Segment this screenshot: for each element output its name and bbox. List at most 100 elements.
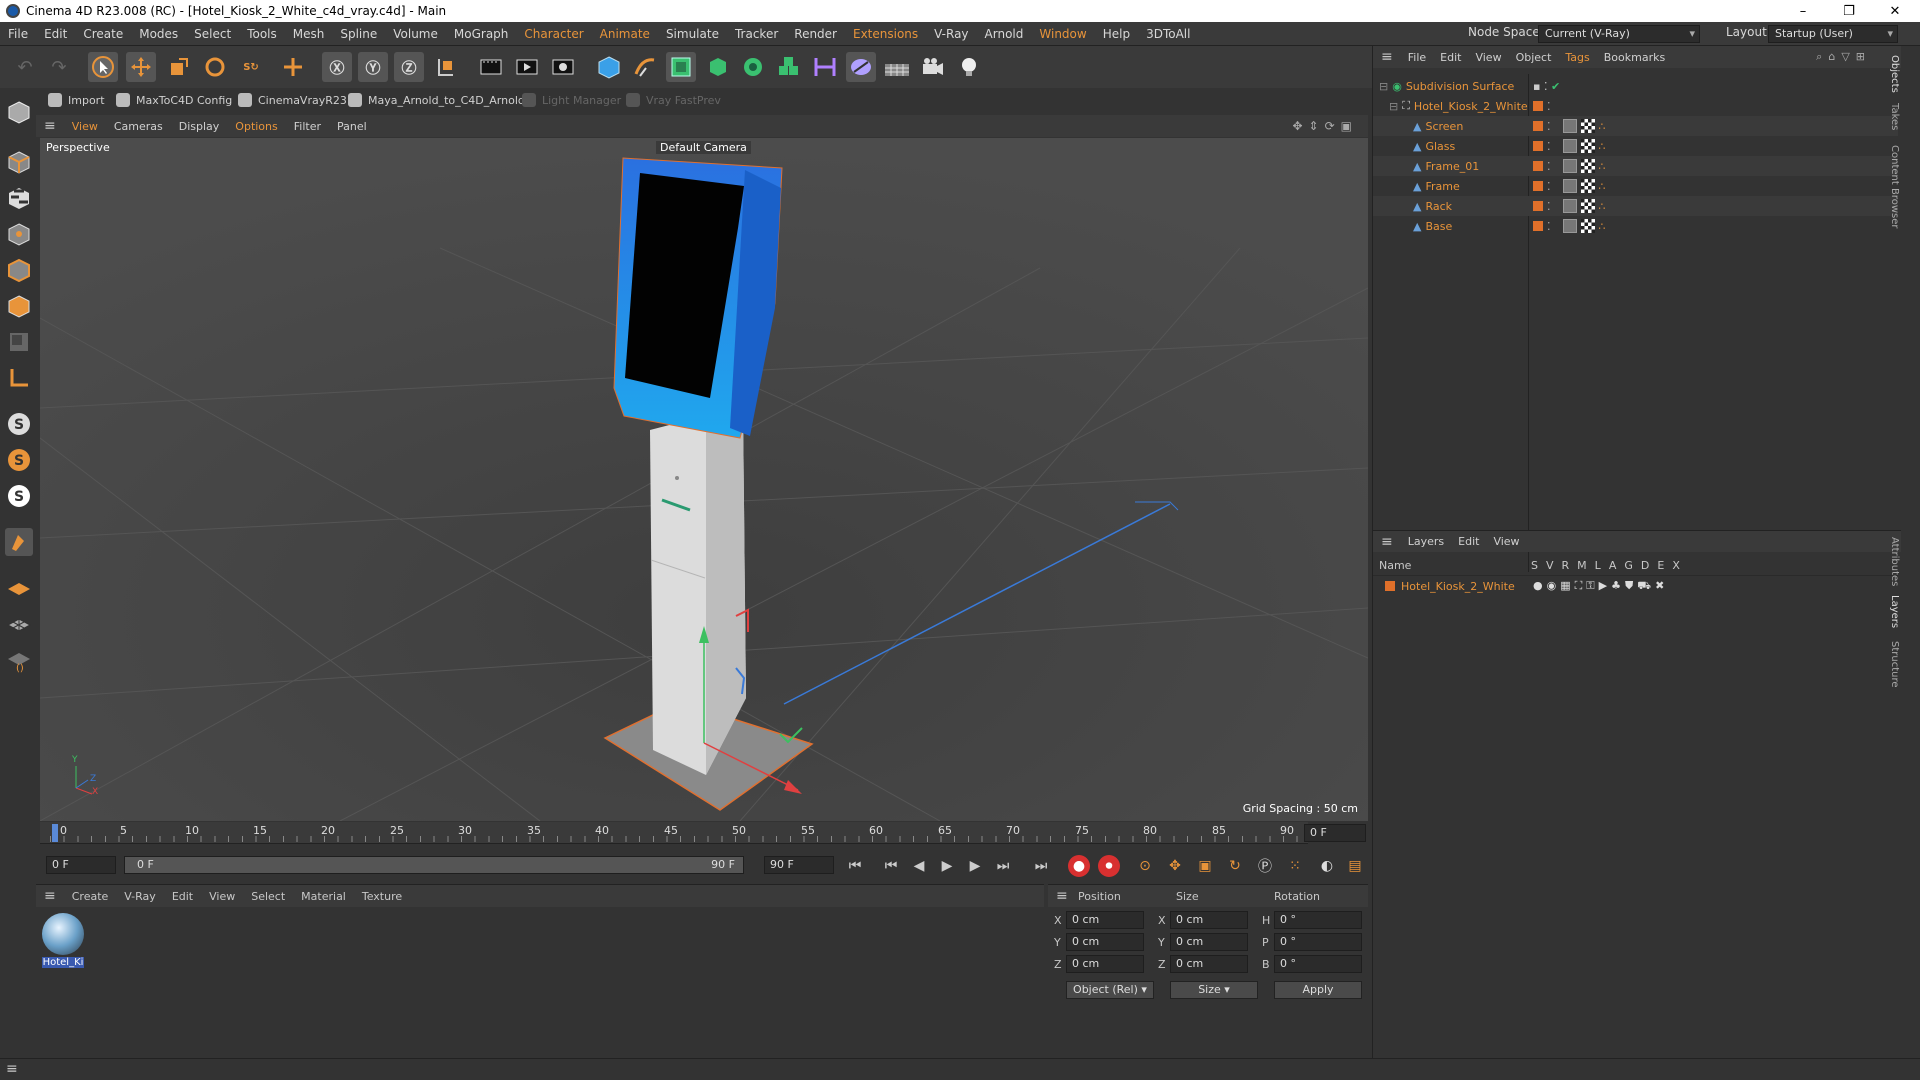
plugin-maxtoc4d-config[interactable]: MaxToC4D Config [116,90,232,110]
layers-menu-layers[interactable]: Layers [1401,535,1451,548]
texture-tag-icon[interactable] [1580,139,1595,153]
vray-tag-icon[interactable] [1562,219,1577,233]
menu-animate[interactable]: Animate [592,27,658,41]
layer-color-swatch[interactable] [1533,101,1543,111]
z-axis-lock-icon[interactable]: Ⓩ [394,52,424,82]
render-view-icon[interactable] [476,52,506,82]
menu-create[interactable]: Create [75,27,131,41]
uv-mode-icon[interactable] [5,328,33,356]
plugin-import[interactable]: Import [48,90,105,110]
texture-tag-icon[interactable] [1580,219,1595,233]
layer-color-swatch[interactable] [1533,141,1543,151]
key-position-icon[interactable]: ✥ [1164,855,1186,877]
mat-menu-vray[interactable]: V-Ray [116,890,164,903]
menu-arnold[interactable]: Arnold [977,27,1032,41]
tab-structure[interactable]: Structure [1878,636,1900,692]
layer-color-swatch[interactable] [1385,581,1395,591]
mat-menu-material[interactable]: Material [293,890,354,903]
motion-system-icon[interactable]: ◐ [1316,855,1338,877]
menu-extensions[interactable]: Extensions [845,27,926,41]
subdivision-surface-icon[interactable] [666,52,696,82]
layer-flag-icons[interactable]: ●◉▦⛶⚿▶♣⛊⛟✖ [1533,579,1668,594]
material-tag-icon[interactable]: ∴ [1599,200,1606,213]
mograph-cubes-icon[interactable] [774,52,804,82]
move-tool-icon[interactable] [126,52,156,82]
node-space-dropdown[interactable]: Current (V-Ray) [1538,25,1700,43]
menu-window[interactable]: Window [1031,27,1094,41]
timeline-ruler[interactable]: 0 5 10 15 20 25 30 35 40 45 50 55 60 65 … [40,822,1368,844]
cloner-icon[interactable] [738,52,768,82]
key-scale-icon[interactable]: ▣ [1194,855,1216,877]
key-rotation-icon[interactable]: ↻ [1224,855,1246,877]
material-tag-icon[interactable]: ∴ [1599,120,1606,133]
perspective-viewport[interactable]: Perspective Default Camera Grid Spacing … [40,138,1368,821]
size-x-field[interactable]: 0 cm [1170,911,1248,929]
layer-row[interactable]: Hotel_Kiosk_2_White ●◉▦⛶⚿▶♣⛊⛟✖ [1373,576,1898,596]
keyframe-selection-icon[interactable]: ⊙ [1134,855,1156,877]
om-menu-object[interactable]: Object [1509,51,1559,64]
viewport-menu-options[interactable]: Options [227,120,285,133]
visibility-icon[interactable]: ▪ ⁚ ✔ [1533,80,1560,93]
object-name[interactable]: Subdivision Surface [1406,80,1514,93]
mat-menu-create[interactable]: Create [64,890,117,903]
x-axis-lock-icon[interactable]: Ⓧ [322,52,352,82]
plugin-light-manager[interactable]: Light Manager [522,90,621,110]
end-frame-field[interactable]: 90 F [764,856,834,874]
camera-icon[interactable] [918,52,948,82]
field-icon[interactable] [846,52,876,82]
scale-tool-icon[interactable] [164,52,194,82]
record-icon[interactable]: ● [1068,855,1090,877]
render-to-picture-viewer-icon[interactable] [512,52,542,82]
object-row-group[interactable]: ⊟ ⛶ Hotel_Kiosk_2_White ⁚ [1373,96,1898,116]
menu-mograph[interactable]: MoGraph [446,27,517,41]
rotation-b-field[interactable]: 0 ° [1274,955,1362,973]
mat-menu-view[interactable]: View [201,890,243,903]
plugin-cinemavray[interactable]: CinemaVrayR23 [238,90,347,110]
rotate-tool-icon[interactable] [200,52,230,82]
tab-objects[interactable]: Objects [1878,54,1900,94]
close-button[interactable]: ✕ [1872,0,1918,22]
layer-color-swatch[interactable] [1533,181,1543,191]
locked-workplane-icon[interactable]: () [5,646,33,674]
key-pla-icon[interactable]: ⁙ [1284,855,1306,877]
tab-content-browser[interactable]: Content Browser [1878,142,1900,232]
y-axis-lock-icon[interactable]: Ⓨ [358,52,388,82]
om-menu-bookmarks[interactable]: Bookmarks [1597,51,1672,64]
position-x-field[interactable]: 0 cm [1066,911,1144,929]
recent-tools-icon[interactable]: S↻ [236,52,266,82]
menu-tracker[interactable]: Tracker [727,27,786,41]
plugin-maya-arnold[interactable]: Maya_Arnold_to_C4D_Arnold [348,90,525,110]
model-mode-icon[interactable] [5,98,33,126]
key-parameter-icon[interactable]: Ⓟ [1254,855,1276,877]
object-row-screen[interactable]: ▲ Screen ⁚ ∴ [1373,116,1898,136]
tab-takes[interactable]: Takes [1878,100,1900,134]
menu-character[interactable]: Character [516,27,591,41]
layer-color-swatch[interactable] [1533,161,1543,171]
menu-tools[interactable]: Tools [239,27,285,41]
next-key-icon[interactable]: ⏭ [992,855,1014,877]
menu-vray[interactable]: V-Ray [926,27,976,41]
playhead[interactable] [52,824,58,842]
cube-object-icon[interactable] [594,52,624,82]
object-row-base[interactable]: ▲ Base ⁚ ∴ [1373,216,1898,236]
floor-icon[interactable] [882,52,912,82]
start-frame-field[interactable]: 0 F [46,856,116,874]
viewport-menu-view[interactable]: View [64,120,106,133]
workplane-snap-icon[interactable]: S [5,482,33,510]
vray-tag-icon[interactable] [1562,199,1577,213]
menu-edit[interactable]: Edit [36,27,75,41]
texture-tag-icon[interactable] [1580,179,1595,193]
viewport-menu-cameras[interactable]: Cameras [106,120,171,133]
layer-name[interactable]: Hotel_Kiosk_2_White [1401,580,1515,593]
hamburger-icon[interactable]: ≡ [36,888,64,904]
object-row-frame[interactable]: ▲ Frame ⁚ ∴ [1373,176,1898,196]
select-tool-icon[interactable] [88,52,118,82]
vray-tag-icon[interactable] [1562,139,1577,153]
material-tag-icon[interactable]: ∴ [1599,220,1606,233]
menu-select[interactable]: Select [186,27,239,41]
size-mode-dropdown[interactable]: Size ▾ [1170,981,1258,999]
texture-mode-icon[interactable] [5,184,33,212]
object-name[interactable]: Frame [1425,180,1459,193]
polygons-mode-icon[interactable] [5,292,33,320]
texture-tag-icon[interactable] [1580,199,1595,213]
